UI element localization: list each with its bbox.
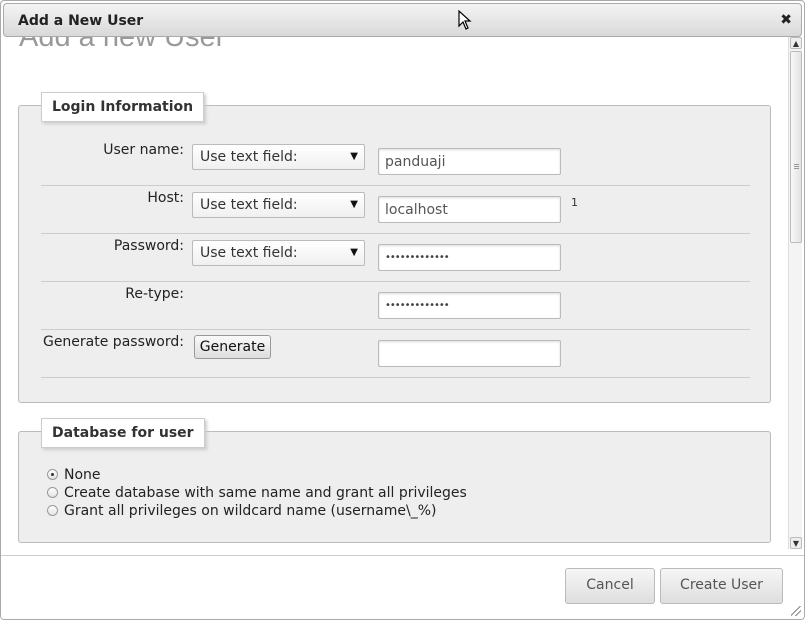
cancel-button[interactable]: Cancel bbox=[565, 568, 655, 604]
vertical-scrollbar[interactable]: ▲ ▼ bbox=[788, 37, 802, 549]
password-type-select-value: Use text field: bbox=[200, 245, 298, 261]
radio-button[interactable] bbox=[47, 504, 58, 516]
host-label: Host: bbox=[147, 190, 184, 206]
db-option-none[interactable]: None bbox=[47, 467, 101, 483]
login-information-legend: Login Information bbox=[41, 92, 205, 122]
host-type-select-value: Use text field: bbox=[200, 197, 298, 213]
add-user-dialog: Add a New User ✖ Add a new User Login In… bbox=[0, 0, 805, 620]
generated-password-input[interactable] bbox=[378, 340, 561, 367]
generate-button[interactable]: Generate bbox=[194, 335, 271, 359]
page-title: Add a new User bbox=[19, 37, 226, 53]
retype-password-input[interactable]: ••••••••••••• bbox=[378, 292, 561, 319]
username-input[interactable]: panduaji bbox=[378, 148, 561, 175]
scrollbar-thumb[interactable] bbox=[790, 51, 802, 243]
login-information-fieldset: Login Information User name: Use text fi… bbox=[18, 92, 771, 403]
username-type-select-value: Use text field: bbox=[200, 149, 298, 165]
radio-button[interactable] bbox=[47, 486, 58, 498]
password-label: Password: bbox=[113, 238, 184, 254]
dialog-content: Add a new User Login Information User na… bbox=[1, 37, 788, 549]
db-option-label: None bbox=[64, 467, 101, 483]
chevron-down-icon: ▼ bbox=[350, 247, 358, 258]
dialog-titlebar[interactable]: Add a New User ✖ bbox=[3, 3, 802, 37]
chevron-down-icon: ▼ bbox=[350, 199, 358, 210]
database-for-user-legend: Database for user bbox=[41, 418, 205, 448]
db-option-create-same-name[interactable]: Create database with same name and grant… bbox=[47, 485, 467, 501]
row-divider bbox=[41, 185, 750, 186]
resize-grip-icon[interactable] bbox=[791, 606, 801, 616]
mouse-pointer-icon bbox=[458, 10, 472, 30]
row-divider bbox=[41, 329, 750, 330]
db-option-label: Grant all privileges on wildcard name (u… bbox=[64, 503, 437, 519]
password-input[interactable]: ••••••••••••• bbox=[378, 244, 561, 271]
host-input[interactable]: localhost bbox=[378, 196, 561, 223]
row-divider bbox=[41, 281, 750, 282]
username-label: User name: bbox=[103, 142, 184, 158]
row-divider bbox=[41, 377, 750, 378]
dialog-footer: Cancel Create User bbox=[1, 555, 804, 619]
scroll-down-arrow-icon[interactable]: ▼ bbox=[790, 537, 802, 549]
create-user-button[interactable]: Create User bbox=[660, 568, 783, 604]
generate-password-label: Generate password: bbox=[42, 334, 184, 350]
password-type-select[interactable]: Use text field: ▼ bbox=[192, 240, 365, 266]
db-option-label: Create database with same name and grant… bbox=[64, 485, 467, 501]
database-for-user-fieldset: Database for user None Create database w… bbox=[18, 418, 771, 543]
username-type-select[interactable]: Use text field: ▼ bbox=[192, 144, 365, 170]
chevron-down-icon: ▼ bbox=[350, 151, 358, 162]
dialog-title: Add a New User bbox=[18, 13, 144, 29]
scroll-up-arrow-icon[interactable]: ▲ bbox=[790, 37, 802, 49]
retype-label: Re-type: bbox=[125, 286, 184, 302]
grip-icon bbox=[794, 164, 799, 165]
db-option-wildcard[interactable]: Grant all privileges on wildcard name (u… bbox=[47, 503, 436, 519]
close-icon[interactable]: ✖ bbox=[780, 12, 792, 28]
host-footnote: 1 bbox=[571, 196, 578, 209]
row-divider bbox=[41, 233, 750, 234]
host-type-select[interactable]: Use text field: ▼ bbox=[192, 192, 365, 218]
radio-button[interactable] bbox=[47, 468, 58, 480]
